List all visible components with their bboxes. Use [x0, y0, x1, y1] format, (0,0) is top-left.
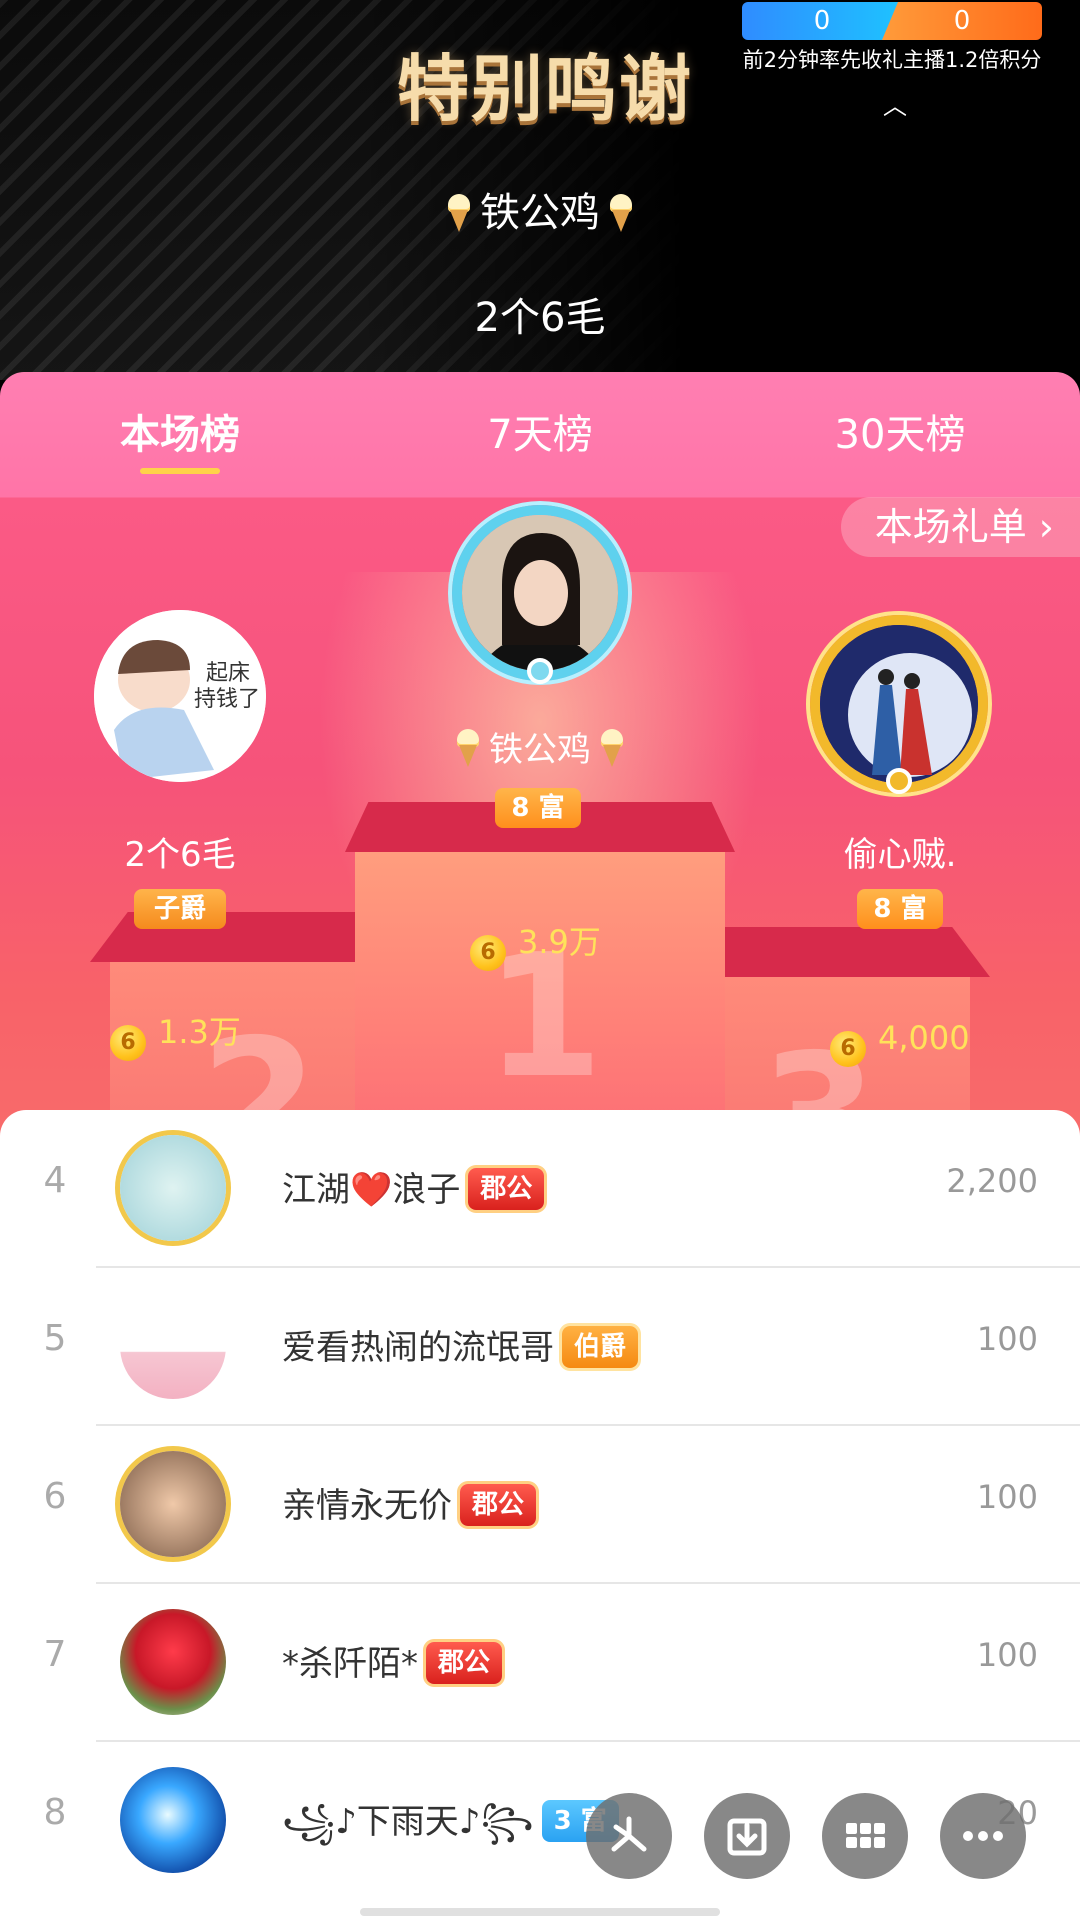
pk-score-bar[interactable]: 0 0 — [742, 2, 1042, 40]
coin-icon: 6 — [470, 935, 506, 971]
rank-number: 5 — [43, 1318, 67, 1359]
pk-right-score: 0 — [882, 2, 1042, 40]
podium-third-name: 偷心贼. — [843, 835, 957, 875]
svg-text:起床: 起床 — [206, 661, 250, 686]
grid-icon[interactable] — [822, 1793, 908, 1879]
user-name: 爱看热闹的流氓哥 伯爵 — [282, 1320, 639, 1369]
avatar — [120, 1293, 226, 1399]
rank-badge: 伯爵 — [562, 1326, 639, 1368]
ranking-tabs: 本场榜 7天榜 30天榜 — [0, 372, 1080, 497]
ice-cream-icon — [448, 194, 470, 232]
home-indicator — [360, 1908, 720, 1916]
list-item[interactable]: 8 ꧁♪下雨天♪꧂3 富 20 — [0, 1742, 1080, 1900]
rank-badge: 郡公 — [426, 1642, 503, 1684]
avatar — [120, 1135, 226, 1241]
portrait-image — [462, 515, 618, 671]
ranking-list: 4 江湖❤️浪子 郡公 2,200 5 爱看热闹的流氓哥 伯爵 100 6 亲情永无… — [0, 1110, 1080, 1920]
svg-text:持钱了: 持钱了 — [194, 687, 260, 712]
tab-7-days[interactable]: 7天榜 — [400, 402, 680, 460]
contribution-value: 100 — [976, 1320, 1038, 1358]
contribution-value: 2,200 — [946, 1162, 1038, 1200]
user-name: 江湖❤️浪子 郡公 — [282, 1162, 545, 1211]
more-icon[interactable] — [940, 1793, 1026, 1879]
rank-number: 7 — [43, 1634, 67, 1675]
pk-subtitle: 前2分钟率先收礼主播1.2倍积分 — [742, 48, 1042, 72]
rank-number: 8 — [43, 1792, 67, 1833]
frame-gem-icon — [527, 658, 553, 684]
avatar[interactable] — [462, 515, 618, 671]
list-item[interactable]: 7 *杀阡陌* 郡公 100 — [0, 1584, 1080, 1742]
download-icon[interactable] — [704, 1793, 790, 1879]
top-supporter-gift: 2个6毛 — [474, 295, 606, 341]
podium-first-score: 6 3.9万 — [470, 922, 601, 971]
coin-icon: 6 — [110, 1025, 146, 1061]
pk-left-score: 0 — [742, 2, 902, 40]
chevron-up-icon[interactable]: ︿ — [878, 94, 912, 118]
avatar — [120, 1609, 226, 1715]
frame-gem-icon — [886, 768, 912, 794]
podium-second-name: 2个6毛 — [124, 835, 236, 875]
contribution-value: 100 — [976, 1478, 1038, 1516]
active-tab-indicator — [140, 468, 220, 474]
avatar[interactable] — [820, 625, 978, 783]
coin-icon: 6 — [830, 1031, 866, 1067]
list-item[interactable]: 5 爱看热闹的流氓哥 伯爵 100 — [0, 1268, 1080, 1426]
ice-cream-icon — [601, 729, 623, 767]
rank-badge: 郡公 — [460, 1484, 537, 1526]
avatar — [120, 1767, 226, 1873]
avatar — [120, 1451, 226, 1557]
ice-cream-icon — [610, 194, 632, 232]
tab-30-days[interactable]: 30天榜 — [760, 402, 1040, 460]
list-item[interactable]: 6 亲情永无价 郡公 100 — [0, 1426, 1080, 1584]
top-supporter-name: 铁公鸡 — [480, 190, 600, 236]
rank-number: 4 — [43, 1160, 67, 1201]
rank-badge: 郡公 — [468, 1168, 545, 1210]
cartoon-baby-image: 起床 持钱了 — [94, 610, 266, 782]
podium-second-score: 6 1.3万 — [110, 1012, 241, 1061]
leaderboard-screen: 特别鸣谢 0 0 前2分钟率先收礼主播1.2倍积分 ︿ 铁公鸡 2个6毛 本场榜… — [0, 0, 1080, 1920]
rank-number: 6 — [43, 1476, 67, 1517]
special-thanks-title: 特别鸣谢 — [396, 47, 693, 131]
couple-illustration-image — [820, 625, 978, 783]
wealth-badge: 8 富 — [495, 788, 581, 828]
podium-third-score: 6 4,000 — [830, 1018, 970, 1067]
rank-badge: 子爵 — [134, 889, 226, 929]
user-name: *杀阡陌* 郡公 — [282, 1636, 503, 1685]
avatar[interactable]: 起床 持钱了 — [94, 610, 266, 782]
podium-first-name: 铁公鸡 — [390, 722, 690, 771]
wealth-badge: 8 富 — [857, 889, 943, 929]
top-supporter: 铁公鸡 — [0, 180, 1080, 238]
contribution-value: 100 — [976, 1636, 1038, 1674]
user-name: ꧁♪下雨天♪꧂ 3 富 — [282, 1794, 619, 1865]
gift-list-button[interactable]: 本场礼单 › — [840, 497, 1080, 557]
tab-this-session[interactable]: 本场榜 — [40, 402, 320, 460]
user-name: 亲情永无价 郡公 — [282, 1478, 537, 1527]
ice-cream-icon — [457, 729, 479, 767]
share-icon[interactable] — [586, 1793, 672, 1879]
list-item[interactable]: 4 江湖❤️浪子 郡公 2,200 — [0, 1110, 1080, 1268]
